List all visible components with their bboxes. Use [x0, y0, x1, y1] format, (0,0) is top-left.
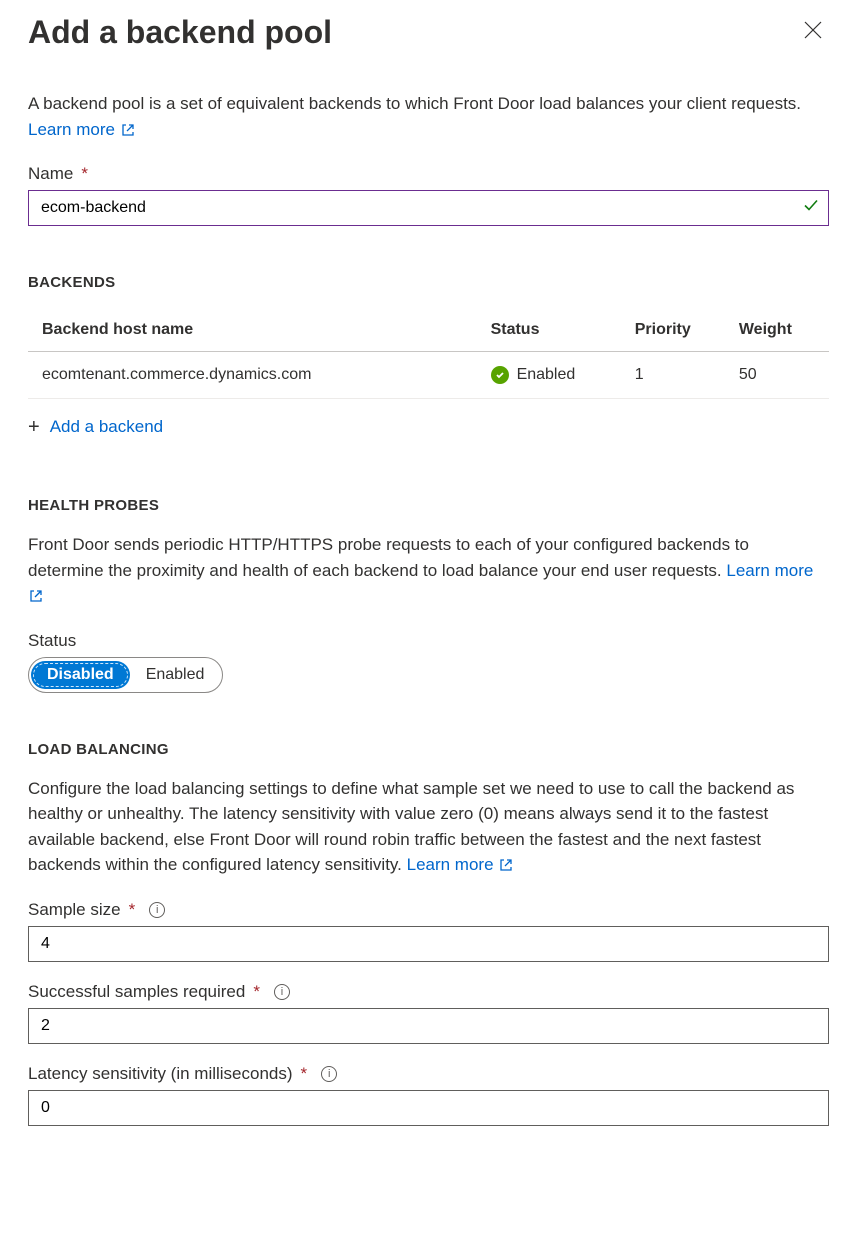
info-icon[interactable]: i [321, 1066, 337, 1082]
load-balancing-learn-more-link[interactable]: Learn more [407, 855, 513, 874]
backends-heading: BACKENDS [28, 274, 829, 291]
sample-size-input[interactable] [28, 926, 829, 962]
col-header-weight[interactable]: Weight [725, 309, 829, 352]
close-button[interactable] [797, 14, 829, 50]
health-probes-heading: HEALTH PROBES [28, 497, 829, 514]
sample-size-label: Sample size* i [28, 900, 829, 920]
add-backend-button[interactable]: + Add a backend [28, 417, 829, 437]
col-header-host[interactable]: Backend host name [28, 309, 477, 352]
table-row[interactable]: ecomtenant.commerce.dynamics.com Enabled… [28, 352, 829, 399]
cell-weight: 50 [725, 352, 829, 399]
latency-sensitivity-label: Latency sensitivity (in milliseconds)* i [28, 1064, 829, 1084]
successful-samples-label: Successful samples required* i [28, 982, 829, 1002]
info-icon[interactable]: i [274, 984, 290, 1000]
info-icon[interactable]: i [149, 902, 165, 918]
col-header-status[interactable]: Status [477, 309, 621, 352]
status-enabled-icon [491, 366, 509, 384]
backends-table: Backend host name Status Priority Weight… [28, 309, 829, 399]
cell-status: Enabled [477, 352, 621, 399]
close-icon [803, 23, 823, 45]
name-input[interactable] [28, 190, 829, 226]
probe-status-label: Status [28, 631, 829, 651]
successful-samples-input[interactable] [28, 1008, 829, 1044]
validation-check-icon [803, 198, 819, 219]
cell-host: ecomtenant.commerce.dynamics.com [28, 352, 477, 399]
load-balancing-desc: Configure the load balancing settings to… [28, 776, 829, 878]
external-link-icon [28, 586, 42, 605]
toggle-enabled[interactable]: Enabled [130, 661, 221, 689]
required-asterisk: * [253, 982, 260, 1002]
latency-sensitivity-input[interactable] [28, 1090, 829, 1126]
probe-status-toggle[interactable]: Disabled Enabled [28, 657, 223, 693]
intro-text: A backend pool is a set of equivalent ba… [28, 91, 829, 142]
plus-icon: + [28, 417, 40, 437]
page-title: Add a backend pool [28, 14, 332, 51]
external-link-icon [120, 120, 134, 139]
required-asterisk: * [81, 164, 88, 184]
toggle-disabled[interactable]: Disabled [31, 661, 130, 689]
cell-priority: 1 [621, 352, 725, 399]
health-probes-desc: Front Door sends periodic HTTP/HTTPS pro… [28, 532, 829, 609]
name-label: Name* [28, 164, 829, 184]
col-header-priority[interactable]: Priority [621, 309, 725, 352]
required-asterisk: * [301, 1064, 308, 1084]
required-asterisk: * [129, 900, 136, 920]
load-balancing-heading: LOAD BALANCING [28, 741, 829, 758]
intro-learn-more-link[interactable]: Learn more [28, 120, 134, 139]
external-link-icon [498, 855, 512, 874]
